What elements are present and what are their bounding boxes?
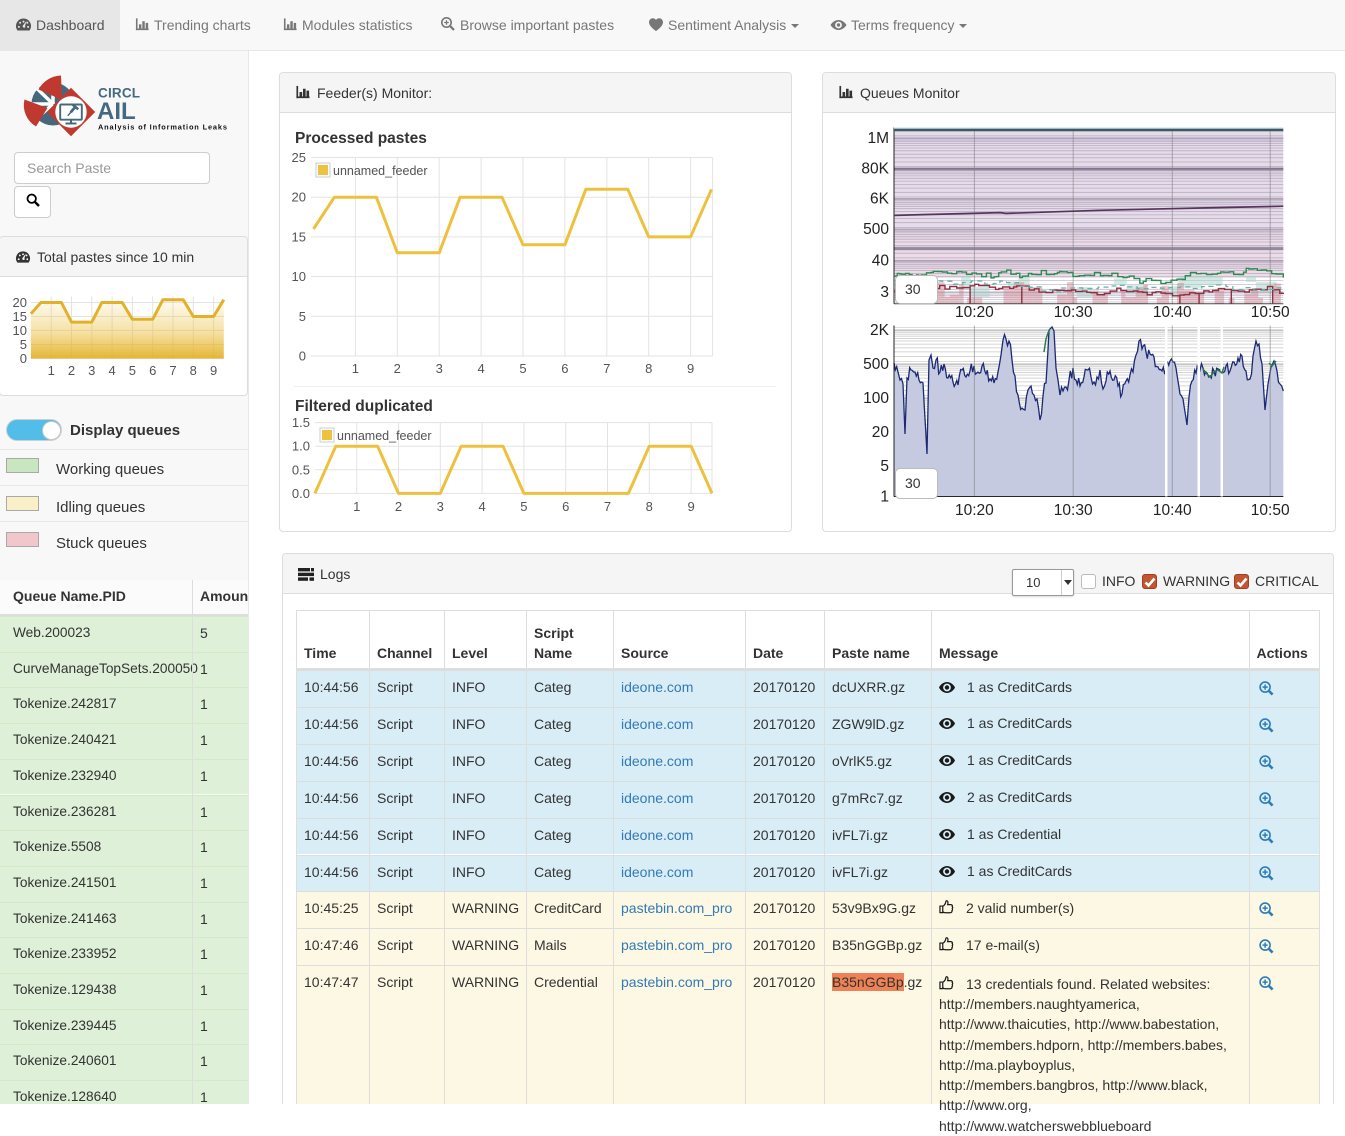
svg-text:20: 20 xyxy=(13,295,27,310)
svg-text:10:40: 10:40 xyxy=(1153,304,1192,321)
svg-text:Analysis of Information Leaks: Analysis of Information Leaks xyxy=(98,123,228,132)
svg-text:10:50: 10:50 xyxy=(1251,304,1290,321)
svg-text:unnamed_feeder: unnamed_feeder xyxy=(337,429,432,443)
svg-text:1.0: 1.0 xyxy=(292,439,310,454)
svg-text:20: 20 xyxy=(872,424,890,441)
svg-text:10:20: 10:20 xyxy=(955,304,994,321)
svg-text:4: 4 xyxy=(477,361,484,376)
svg-text:8: 8 xyxy=(645,361,652,376)
svg-text:4: 4 xyxy=(108,363,115,378)
svg-text:40: 40 xyxy=(872,253,890,270)
svg-text:2: 2 xyxy=(395,499,402,514)
svg-text:7: 7 xyxy=(169,363,176,378)
svg-text:5: 5 xyxy=(520,499,527,514)
svg-text:AIL: AIL xyxy=(97,98,136,125)
svg-text:6: 6 xyxy=(149,363,156,378)
svg-text:5: 5 xyxy=(129,363,136,378)
svg-text:0.5: 0.5 xyxy=(292,462,310,477)
svg-text:3: 3 xyxy=(88,363,95,378)
svg-text:7: 7 xyxy=(603,361,610,376)
svg-text:10:40: 10:40 xyxy=(1153,502,1192,519)
svg-text:2K: 2K xyxy=(870,322,890,339)
svg-text:9: 9 xyxy=(687,361,694,376)
svg-text:2: 2 xyxy=(68,363,75,378)
svg-text:5: 5 xyxy=(880,458,889,475)
svg-text:unnamed_feeder: unnamed_feeder xyxy=(333,164,428,178)
svg-text:10:30: 10:30 xyxy=(1054,502,1093,519)
svg-text:1: 1 xyxy=(48,363,55,378)
svg-text:0.0: 0.0 xyxy=(292,486,310,501)
svg-text:10: 10 xyxy=(292,269,306,284)
svg-text:10: 10 xyxy=(13,323,27,338)
svg-text:8: 8 xyxy=(190,363,197,378)
svg-text:0: 0 xyxy=(299,349,306,364)
svg-text:5: 5 xyxy=(519,361,526,376)
svg-text:9: 9 xyxy=(687,499,694,514)
svg-text:8: 8 xyxy=(646,499,653,514)
svg-text:6: 6 xyxy=(562,499,569,514)
svg-text:0: 0 xyxy=(20,351,27,366)
svg-text:1: 1 xyxy=(352,361,359,376)
svg-text:20: 20 xyxy=(292,190,306,205)
svg-text:5: 5 xyxy=(299,309,306,324)
svg-text:500: 500 xyxy=(863,221,889,238)
svg-text:100: 100 xyxy=(863,390,889,407)
svg-text:500: 500 xyxy=(863,356,889,373)
svg-text:3: 3 xyxy=(880,284,889,301)
svg-text:10:20: 10:20 xyxy=(955,502,994,519)
svg-text:80K: 80K xyxy=(861,160,889,177)
svg-text:1: 1 xyxy=(353,499,360,514)
svg-text:15: 15 xyxy=(292,229,306,244)
svg-text:10:30: 10:30 xyxy=(1054,304,1093,321)
svg-text:6K: 6K xyxy=(870,191,890,208)
svg-text:7: 7 xyxy=(604,499,611,514)
svg-text:5: 5 xyxy=(20,337,27,352)
svg-text:9: 9 xyxy=(210,363,217,378)
svg-text:4: 4 xyxy=(478,499,485,514)
svg-text:3: 3 xyxy=(436,361,443,376)
svg-text:1.5: 1.5 xyxy=(292,415,310,430)
svg-text:25: 25 xyxy=(292,150,306,165)
svg-text:10:50: 10:50 xyxy=(1251,502,1290,519)
svg-text:1: 1 xyxy=(880,489,889,506)
svg-text:2: 2 xyxy=(394,361,401,376)
svg-text:15: 15 xyxy=(13,309,27,324)
svg-text:6: 6 xyxy=(561,361,568,376)
svg-text:1M: 1M xyxy=(867,130,889,147)
svg-text:3: 3 xyxy=(437,499,444,514)
